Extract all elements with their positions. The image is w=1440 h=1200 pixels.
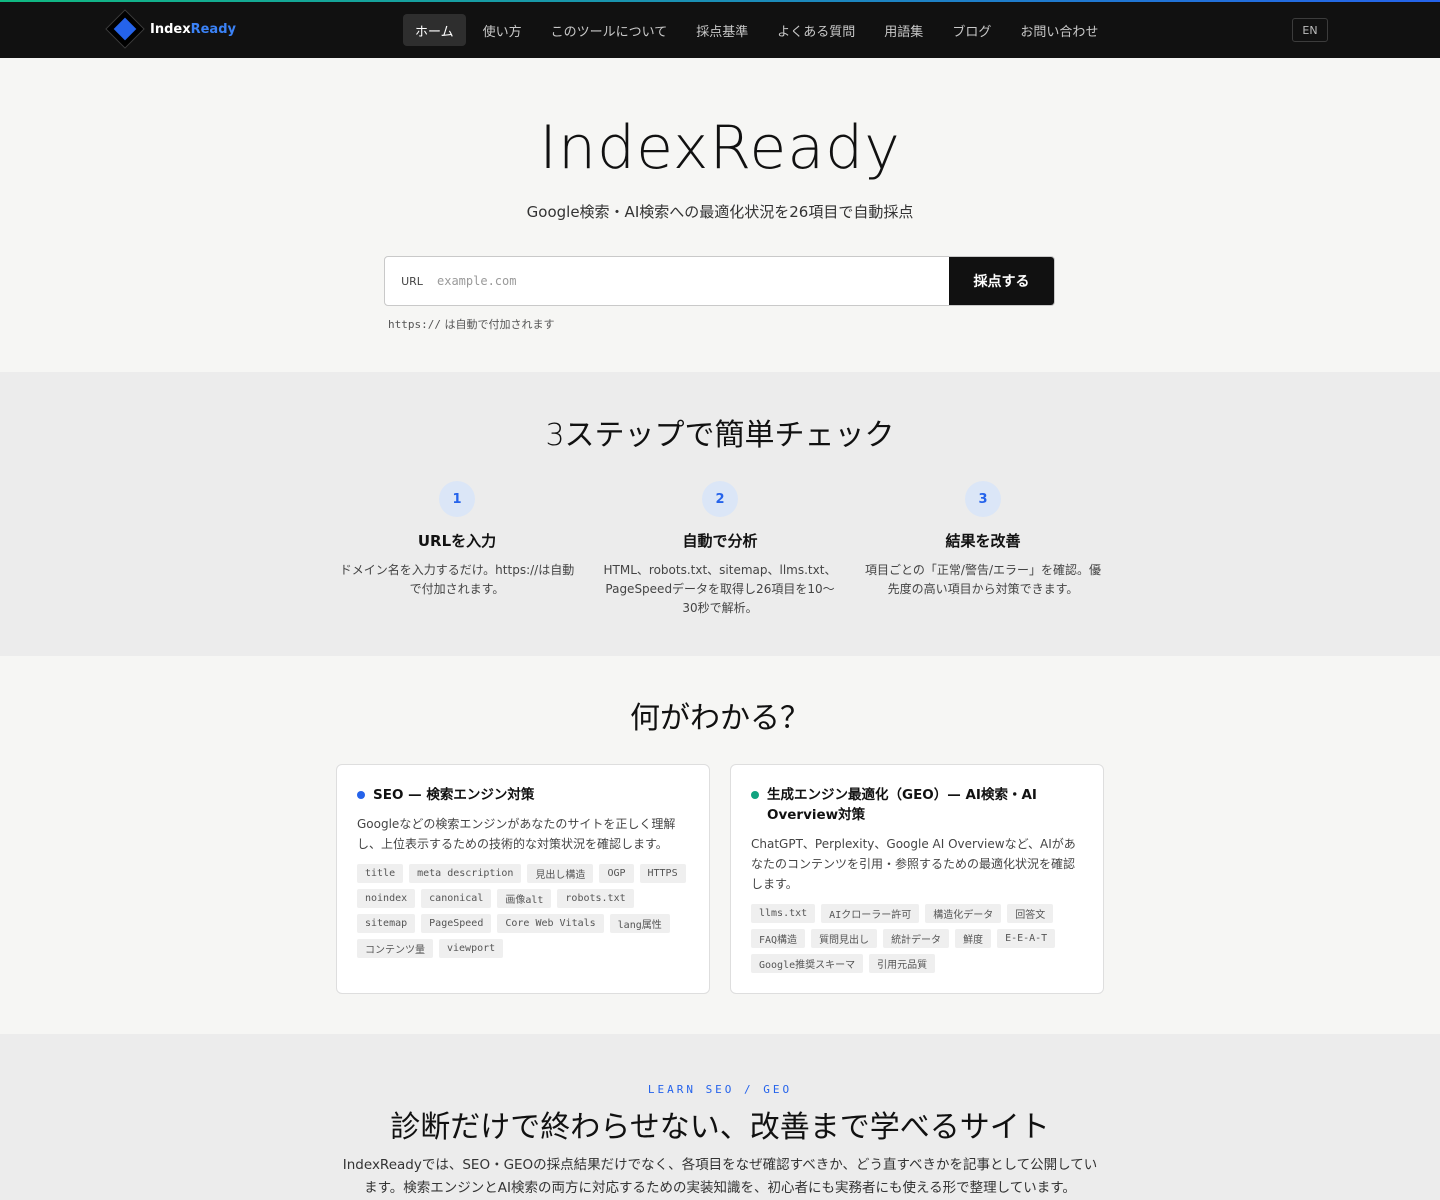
card-description: ChatGPT、Perplexity、Google AI Overviewなど、… (751, 837, 1076, 891)
tag-chip: 構造化データ (925, 904, 1002, 923)
url-hint: https:// は自動で付加されます (388, 318, 555, 331)
hero-subtitle: Google検索・AI検索への最適化状況を26項目で自動採点 (526, 203, 914, 221)
nav-item-blog[interactable]: ブログ (940, 14, 1003, 46)
tag-chip: 画像alt (497, 889, 552, 908)
tag-chip: 回答文 (1007, 904, 1054, 923)
language-toggle-button[interactable]: EN (1292, 18, 1328, 42)
step-description: ドメイン名を入力するだけ。https://は自動で付加されます。 (339, 563, 575, 596)
step-item: 1 URLを入力 ドメイン名を入力するだけ。https://は自動で付加されます… (337, 481, 577, 599)
learn-description: IndexReadyでは、SEO・GEOの採点結果だけでなく、各項目をなぜ確認す… (342, 1157, 1098, 1196)
step-item: 2 自動で分析 HTML、robots.txt、sitemap、llms.txt… (600, 481, 840, 618)
tag-chip: Core Web Vitals (497, 914, 604, 933)
tag-chip: llms.txt (751, 904, 816, 923)
nav-item-about[interactable]: このツールについて (539, 14, 680, 46)
step-description: HTML、robots.txt、sitemap、llms.txt、PageSpe… (603, 563, 837, 615)
tag-chip: 鮮度 (955, 929, 992, 948)
step-title: 自動で分析 (682, 532, 758, 550)
step-number-badge: 2 (702, 481, 738, 517)
tag-chip: 見出し構造 (527, 864, 594, 883)
tag-chip: 引用元品質 (869, 954, 936, 973)
diamond-logo-icon (105, 9, 145, 49)
tag-chip: meta description (409, 864, 522, 883)
tag-chip: noindex (357, 889, 416, 908)
score-submit-button[interactable]: 採点する (949, 257, 1054, 305)
steps-section: 3ステップで簡単チェック 1 URLを入力 ドメイン名を入力するだけ。https… (0, 372, 1440, 656)
tag-chip: AIクローラー許可 (821, 904, 920, 923)
learn-section: LEARN SEO / GEO 診断だけで終わらせない、改善まで学べるサイト I… (0, 1034, 1440, 1200)
nav-item-usage[interactable]: 使い方 (471, 14, 534, 46)
step-number-badge: 1 (439, 481, 475, 517)
tag-chip: viewport (439, 939, 504, 958)
tag-list: llms.txt AIクローラー許可 構造化データ 回答文 FAQ構造 質問見出し 統計デー… (751, 904, 1083, 973)
features-title: 何がわかる？ (630, 701, 810, 736)
tag-chip: コンテンツ量 (357, 939, 433, 958)
tag-chip: PageSpeed (421, 914, 492, 933)
blue-dot-icon (357, 791, 365, 799)
url-input[interactable] (433, 257, 949, 305)
card-description: Googleなどの検索エンジンがあなたのサイトを正しく理解し、上位表示するための… (357, 817, 676, 851)
nav-item-glossary[interactable]: 用語集 (872, 14, 935, 46)
tag-chip: Google推奨スキーマ (751, 954, 864, 973)
tag-chip: 統計データ (883, 929, 950, 948)
hero-title: IndexReady (539, 113, 901, 183)
tag-chip: OGP (599, 864, 634, 883)
step-number-badge: 3 (965, 481, 1001, 517)
brand-logo-link[interactable]: IndexReady (105, 9, 236, 49)
tag-chip: robots.txt (557, 889, 634, 908)
step-description: 項目ごとの「正常/警告/エラー」を確認。優先度の高い項目から対策できます。 (865, 563, 1101, 596)
steps-title: 3ステップで簡単チェック (545, 418, 895, 453)
brand-name: IndexReady (150, 21, 236, 37)
step-item: 3 結果を改善 項目ごとの「正常/警告/エラー」を確認。優先度の高い項目から対策… (863, 481, 1103, 599)
tag-chip: lang属性 (609, 914, 670, 933)
seo-feature-card: SEO — 検索エンジン対策 Googleなどの検索エンジンがあなたのサイトを正… (336, 764, 710, 994)
learn-title: 診断だけで終わらせない、改善まで学べるサイト (390, 1110, 1050, 1145)
hero-section: IndexReady Google検索・AI検索への最適化状況を26項目で自動採… (0, 58, 1440, 372)
green-dot-icon (751, 791, 759, 799)
tag-chip: canonical (421, 889, 492, 908)
tag-chip: FAQ構造 (751, 929, 806, 948)
nav-item-home[interactable]: ホーム (403, 14, 466, 46)
card-title: SEO — 検索エンジン対策 (373, 787, 535, 803)
url-label: URL (401, 274, 423, 288)
learn-kicker: LEARN SEO / GEO (647, 1083, 793, 1096)
tag-list: title meta description 見出し構造 OGP HTTPS noinde… (357, 864, 689, 958)
main-nav: ホーム 使い方 このツールについて 採点基準 よくある質問 用語集 ブログ お問… (403, 14, 1115, 46)
tag-chip: sitemap (357, 914, 416, 933)
nav-item-criteria[interactable]: 採点基準 (684, 14, 760, 46)
card-title: 生成エンジン最適化（GEO）— AI検索・AI Overview対策 (767, 787, 1037, 823)
top-navigation-bar: IndexReady ホーム 使い方 このツールについて 採点基準 よくある質問… (0, 0, 1440, 58)
nav-item-faq[interactable]: よくある質問 (765, 14, 867, 46)
step-title: 結果を改善 (945, 532, 1021, 550)
geo-feature-card: 生成エンジン最適化（GEO）— AI検索・AI Overview対策 ChatG… (730, 764, 1104, 994)
tag-chip: title (357, 864, 404, 883)
url-form: URL 採点する (384, 256, 1055, 306)
tag-chip: 質問見出し (811, 929, 878, 948)
step-title: URLを入力 (417, 532, 497, 550)
tag-chip: E-E-A-T (997, 929, 1056, 948)
features-section: 何がわかる？ SEO — 検索エンジン対策 Googleなどの検索エンジンがあな… (0, 656, 1440, 1034)
tag-chip: HTTPS (639, 864, 686, 883)
nav-item-contact[interactable]: お問い合わせ (1008, 14, 1110, 46)
